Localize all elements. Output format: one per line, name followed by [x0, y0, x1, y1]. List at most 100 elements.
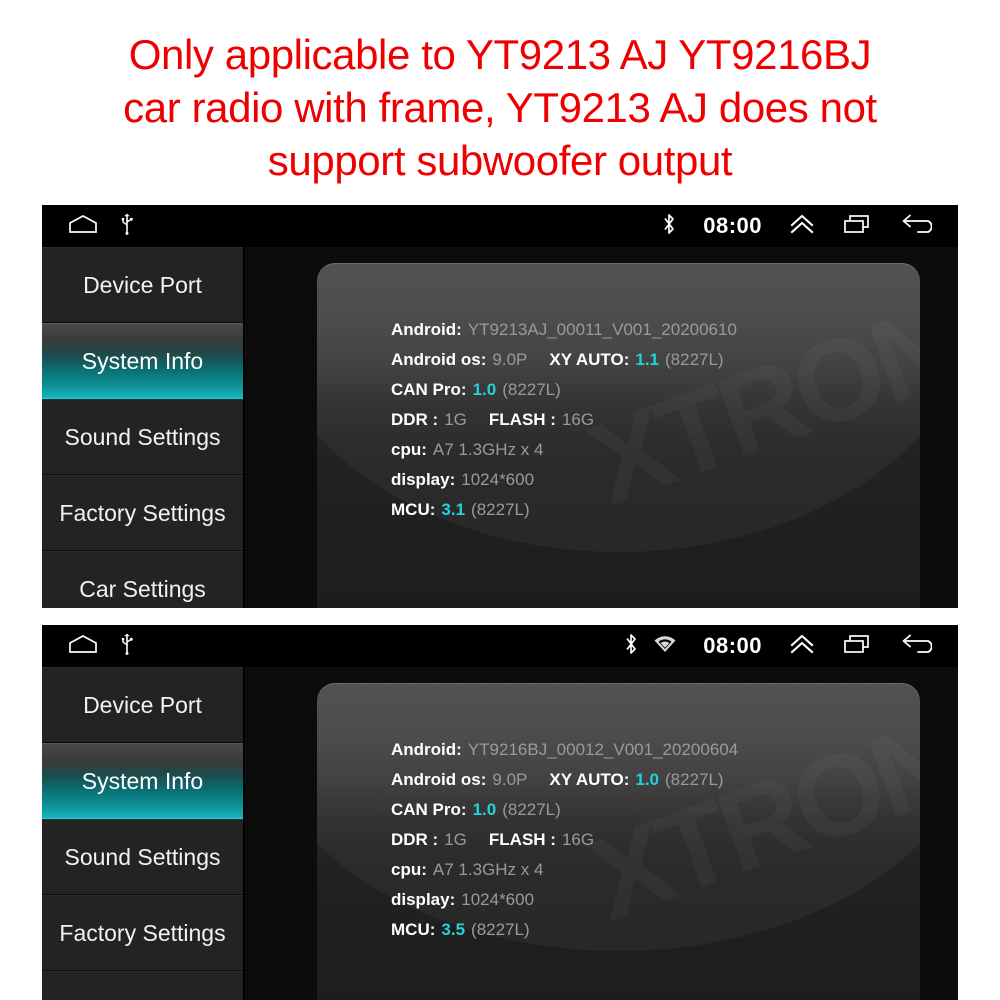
device-screenshot-yt9213aj: 08:00 Device Port System Info Sound Sett…: [42, 205, 958, 608]
sidebar-item-label: System Info: [81, 347, 204, 374]
sidebar-item-label: Factory Settings: [59, 499, 226, 526]
sidebar-item-label: Device Port: [83, 691, 202, 718]
settings-sidebar: Device Port System Info Sound Settings F…: [42, 247, 245, 608]
sidebar-item-device-port[interactable]: Device Port: [42, 247, 243, 323]
system-info-list: Android: YT9216BJ_00012_V001_20200604 And…: [317, 683, 920, 945]
banner-line-3: support subwoofer output: [267, 137, 733, 184]
spec-row-can-pro: CAN Pro: 1.0 (8227L): [391, 795, 920, 825]
spec-value-xy-auto: 1.1: [635, 350, 659, 369]
spec-value: 3.1: [441, 500, 466, 519]
sidebar-item-factory-settings[interactable]: Factory Settings: [42, 895, 243, 971]
sidebar-item-sound-settings[interactable]: Sound Settings: [42, 819, 243, 895]
status-bar-left: [68, 633, 134, 660]
settings-sidebar: Device Port System Info Sound Settings F…: [42, 667, 245, 1000]
spec-extra: (8227L): [502, 380, 561, 399]
spec-extra-xy-auto: (8227L): [665, 770, 724, 789]
banner-notice: Only applicable to YT9213 AJ YT9216BJ ca…: [0, 28, 1000, 187]
spec-value: 1G: [444, 410, 467, 429]
back-icon[interactable]: [900, 633, 933, 660]
spec-value: 3.5: [441, 920, 466, 939]
spec-extra: (8227L): [471, 920, 530, 939]
spec-row-display: display: 1024*600: [391, 465, 920, 495]
spec-value: 1.0: [472, 800, 497, 819]
spec-key: DDR :: [391, 410, 439, 429]
spec-row-ddr-flash: DDR : 1G FLASH : 16G: [391, 405, 920, 435]
system-info-list: Android: YT9213AJ_00011_V001_20200610 And…: [317, 263, 920, 525]
spec-key: cpu:: [391, 860, 427, 879]
banner-line-1: Only applicable to YT9213 AJ YT9216BJ: [128, 31, 872, 78]
spec-extra: (8227L): [502, 800, 561, 819]
sidebar-item-partial[interactable]: [42, 971, 243, 1000]
status-bar-left: [68, 213, 134, 240]
system-info-card: XTRONS Android:YT9213AJ_00011_V001_20200…: [317, 263, 920, 608]
spec-value: 1024*600: [461, 890, 535, 909]
sidebar-item-label: Factory Settings: [59, 919, 226, 946]
spec-key: CAN Pro:: [391, 800, 467, 819]
usb-icon[interactable]: [120, 213, 134, 240]
settings-content: XTRONS Android:YT9216BJ_00012_V001_20200…: [245, 667, 958, 1000]
spec-value: YT9213AJ_00011_V001_20200610: [467, 320, 737, 339]
status-bar-right: 08:00: [635, 212, 958, 241]
sidebar-item-device-port[interactable]: Device Port: [42, 667, 243, 743]
spec-value: 1.0: [472, 380, 497, 399]
spec-value: 1G: [444, 830, 467, 849]
status-bar: 08:00: [42, 625, 958, 667]
spec-key: display:: [391, 470, 456, 489]
sidebar-item-system-info[interactable]: System Info: [42, 743, 243, 819]
sidebar-item-label: Sound Settings: [64, 843, 221, 870]
usb-icon[interactable]: [120, 633, 134, 660]
recents-icon[interactable]: [842, 633, 874, 660]
spec-row-cpu: cpu: A7 1.3GHz x 4: [391, 435, 920, 465]
status-bar-right: 08:00: [597, 632, 958, 661]
spec-key: Android:: [391, 320, 462, 339]
spec-row-cpu: cpu: A7 1.3GHz x 4: [391, 855, 920, 885]
settings-content: XTRONS Android:YT9213AJ_00011_V001_20200…: [245, 247, 958, 608]
spec-value-flash: 16G: [561, 410, 595, 429]
bluetooth-icon[interactable]: [661, 212, 677, 241]
status-bar: 08:00: [42, 205, 958, 247]
spec-row-ddr-flash: DDR : 1G FLASH : 16G: [391, 825, 920, 855]
sidebar-item-label: Device Port: [83, 271, 202, 298]
home-icon[interactable]: [68, 634, 98, 659]
sidebar-item-factory-settings[interactable]: Factory Settings: [42, 475, 243, 551]
spec-row-android-os: Android os: 9.0P XY AUTO: 1.0 (8227L): [391, 765, 920, 795]
spec-row-android: Android: YT9213AJ_00011_V001_20200610: [391, 315, 920, 345]
spec-value: YT9216BJ_00012_V001_20200604: [467, 740, 739, 759]
wifi-icon[interactable]: [653, 634, 677, 659]
system-info-card: XTRONS Android:YT9216BJ_00012_V001_20200…: [317, 683, 920, 1000]
spec-row-mcu: MCU: 3.5 (8227L): [391, 915, 920, 945]
sidebar-item-label: System Info: [81, 767, 204, 794]
sidebar-item-label: Car Settings: [79, 575, 206, 602]
back-icon[interactable]: [900, 213, 933, 240]
sidebar-item-car-settings[interactable]: Car Settings: [42, 551, 243, 608]
spec-row-mcu: MCU: 3.1 (8227L): [391, 495, 920, 525]
sidebar-item-system-info[interactable]: System Info: [42, 323, 243, 399]
sidebar-item-label: Sound Settings: [64, 423, 221, 450]
spec-key-flash: FLASH :: [488, 830, 556, 849]
device-screenshot-yt9216bj: 08:00 Device Port System Info Sound Sett…: [42, 625, 958, 1000]
sidebar-item-sound-settings[interactable]: Sound Settings: [42, 399, 243, 475]
spec-value-xy-auto: 1.0: [635, 770, 659, 789]
spec-value: 1024*600: [461, 470, 535, 489]
chevron-up-icon[interactable]: [788, 633, 816, 660]
page-root: Only applicable to YT9213 AJ YT9216BJ ca…: [0, 0, 1000, 1000]
spec-key-xy-auto: XY AUTO:: [549, 350, 630, 369]
recents-icon[interactable]: [842, 213, 874, 240]
spec-row-can-pro: CAN Pro: 1.0 (8227L): [391, 375, 920, 405]
spec-key: Android os:: [391, 770, 487, 789]
spec-value: A7 1.3GHz x 4: [432, 860, 544, 879]
home-icon[interactable]: [68, 214, 98, 239]
spec-key: Android os:: [391, 350, 487, 369]
spec-key: DDR :: [391, 830, 439, 849]
status-bar-clock: 08:00: [703, 213, 762, 238]
spec-key-flash: FLASH :: [488, 410, 556, 429]
spec-extra: (8227L): [471, 500, 530, 519]
chevron-up-icon[interactable]: [788, 213, 816, 240]
spec-row-android-os: Android os: 9.0P XY AUTO: 1.1 (8227L): [391, 345, 920, 375]
spec-row-display: display: 1024*600: [391, 885, 920, 915]
bluetooth-icon[interactable]: [623, 632, 639, 661]
spec-key: MCU:: [391, 500, 436, 519]
spec-key: display:: [391, 890, 456, 909]
spec-key: cpu:: [391, 440, 427, 459]
spec-key: Android:: [391, 740, 462, 759]
